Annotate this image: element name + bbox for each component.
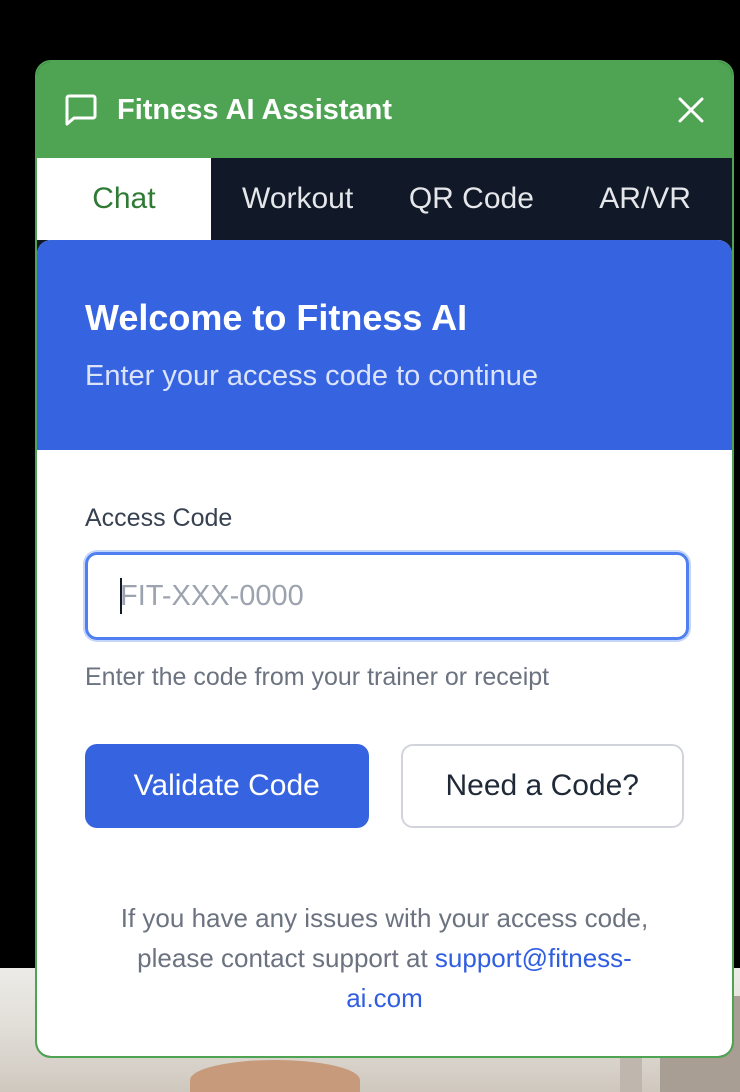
need-code-button[interactable]: Need a Code? bbox=[400, 744, 684, 828]
fitness-ai-widget: Fitness AI Assistant Chat Workout QR Cod… bbox=[35, 60, 734, 1058]
widget-title: Fitness AI Assistant bbox=[117, 93, 393, 126]
tab-chat[interactable]: Chat bbox=[37, 158, 211, 240]
access-code-field[interactable] bbox=[85, 552, 689, 640]
welcome-title: Welcome to Fitness AI bbox=[85, 297, 468, 338]
tab-bar: Chat Workout QR Code AR/VR bbox=[37, 158, 732, 240]
support-email-part2: ai.com bbox=[346, 983, 423, 1013]
access-code-label: Access Code bbox=[85, 504, 233, 532]
support-email-part1: support@fitness- bbox=[434, 943, 632, 973]
access-code-card: Welcome to Fitness AI Enter your access … bbox=[37, 240, 732, 1056]
chat-bubble-icon bbox=[63, 92, 99, 128]
access-code-input[interactable] bbox=[120, 579, 686, 613]
validate-code-button[interactable]: Validate Code bbox=[85, 744, 369, 828]
close-icon[interactable] bbox=[676, 95, 706, 125]
background-shape bbox=[190, 1060, 360, 1092]
tab-qr-code[interactable]: QR Code bbox=[385, 158, 559, 240]
welcome-subtitle: Enter your access code to continue bbox=[85, 360, 538, 392]
action-buttons: Validate Code Need a Code? bbox=[85, 744, 684, 828]
access-code-hint: Enter the code from your trainer or rece… bbox=[85, 663, 550, 691]
tab-workout[interactable]: Workout bbox=[211, 158, 385, 240]
widget-header: Fitness AI Assistant bbox=[37, 62, 732, 158]
welcome-banner: Welcome to Fitness AI Enter your access … bbox=[37, 240, 732, 450]
support-message: If you have any issues with your access … bbox=[85, 898, 684, 1018]
form-body: Access Code Enter the code from your tra… bbox=[37, 450, 732, 1018]
tab-ar-vr[interactable]: AR/VR bbox=[558, 158, 732, 240]
